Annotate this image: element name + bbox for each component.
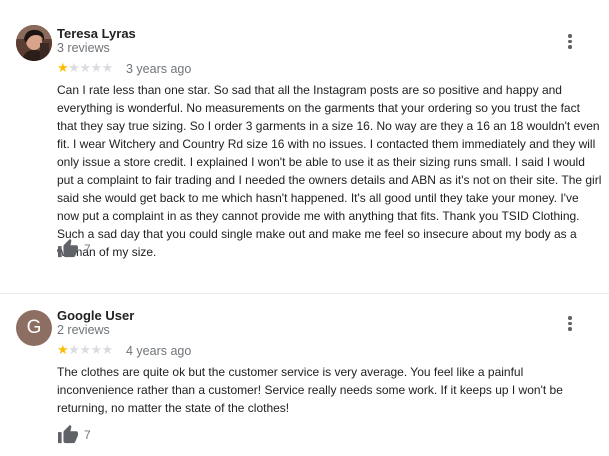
avatar[interactable]: G xyxy=(16,310,52,346)
star-icon: ★ xyxy=(90,342,102,357)
star-rating: ★★★★★ xyxy=(57,343,113,357)
star-rating: ★★★★★ xyxy=(57,61,113,75)
reviewer-review-count: 2 reviews xyxy=(57,323,110,337)
star-icon: ★ xyxy=(57,60,69,75)
star-icon: ★ xyxy=(68,60,80,75)
review-text: Can I rate less than one star. So sad th… xyxy=(57,83,602,259)
more-vert-icon[interactable] xyxy=(562,34,578,52)
star-icon: ★ xyxy=(79,60,91,75)
more-vert-icon[interactable] xyxy=(562,316,578,334)
like-count: 7 xyxy=(84,242,91,256)
review-text: The clothes are quite ok but the custome… xyxy=(57,365,563,415)
thumb-up-icon[interactable] xyxy=(57,238,79,258)
star-icon: ★ xyxy=(79,342,91,357)
star-icon: ★ xyxy=(68,342,80,357)
avatar[interactable] xyxy=(16,25,52,61)
like-count: 7 xyxy=(84,428,91,442)
reviewer-name[interactable]: Teresa Lyras xyxy=(57,26,136,41)
divider xyxy=(0,293,609,294)
reviewer-review-count: 3 reviews xyxy=(57,41,110,55)
star-icon: ★ xyxy=(101,342,114,357)
reviewer-name[interactable]: Google User xyxy=(57,308,134,323)
profile-photo-icon xyxy=(16,25,52,61)
review-time: 4 years ago xyxy=(126,344,192,358)
thumb-up-icon[interactable] xyxy=(57,424,79,444)
star-icon: ★ xyxy=(101,60,114,75)
star-icon: ★ xyxy=(90,60,102,75)
star-icon: ★ xyxy=(57,342,69,357)
review-time: 3 years ago xyxy=(126,62,192,76)
